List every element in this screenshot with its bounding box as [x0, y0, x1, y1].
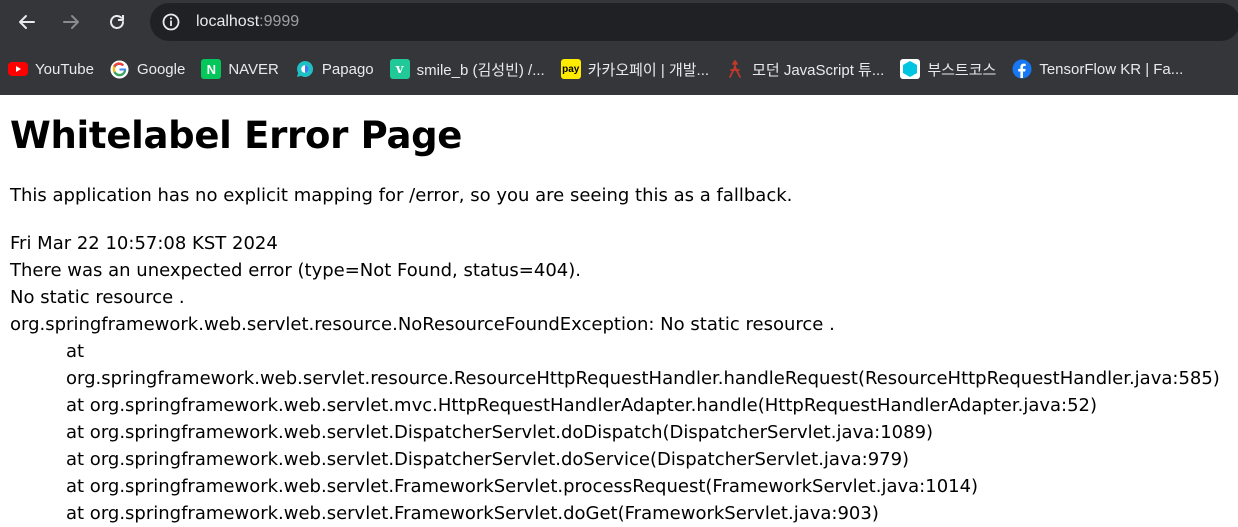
url-host: localhost [196, 13, 260, 30]
bookmark-velog[interactable]: v smile_b (김성빈) /... [382, 55, 553, 83]
youtube-icon [8, 59, 28, 79]
arrow-left-icon [19, 15, 35, 29]
bookmark-google[interactable]: Google [102, 55, 193, 83]
error-summary: There was an unexpected error (type=Not … [10, 260, 581, 281]
forward-button[interactable] [54, 5, 88, 39]
bookmark-label: YouTube [35, 60, 94, 78]
url-port: :9999 [259, 13, 300, 30]
bookmark-javascript-info[interactable]: 모던 JavaScript 튜... [717, 55, 892, 83]
bookmark-tensorflow-kr[interactable]: TensorFlow KR | Fa... [1004, 55, 1191, 83]
bookmark-kakaopay[interactable]: pay 카카오페이 | 개발... [553, 55, 717, 83]
error-details: Fri Mar 22 10:57:08 KST 2024 There was a… [10, 230, 1228, 527]
papago-icon [295, 59, 315, 79]
naver-icon: N [201, 59, 222, 79]
site-info-icon[interactable] [162, 13, 180, 31]
velog-icon: v [389, 59, 410, 79]
kakaopay-icon: pay [560, 59, 581, 79]
url-text: localhost:9999 [196, 13, 299, 31]
javascript-info-icon [725, 59, 745, 79]
bookmark-label: NAVER [228, 60, 279, 78]
address-bar[interactable]: localhost:9999 [150, 3, 1238, 41]
bookmark-youtube[interactable]: YouTube [0, 55, 102, 83]
bookmark-label: Papago [321, 60, 374, 78]
boostcourse-icon [900, 59, 921, 79]
back-button[interactable] [10, 5, 44, 39]
bookmark-papago[interactable]: Papago [287, 55, 382, 83]
bookmark-naver[interactable]: N NAVER [193, 55, 287, 83]
stack-trace-line: at org.springframework.web.servlet.Frame… [66, 503, 879, 524]
browser-chrome: localhost:9999 YouTube Google N NAVER Pa… [0, 0, 1238, 95]
bookmark-boostcourse[interactable]: 부스트코스 [892, 55, 1004, 83]
error-timestamp: Fri Mar 22 10:57:08 KST 2024 [10, 233, 278, 254]
stack-trace-line: at org.springframework.web.servlet.Dispa… [66, 449, 910, 470]
google-icon [110, 59, 130, 79]
page-title: Whitelabel Error Page [10, 114, 463, 157]
stack-trace-line: at org.springframework.web.servlet.mvc.H… [66, 395, 1098, 416]
bookmark-label: 모던 JavaScript 튜... [752, 61, 885, 79]
facebook-icon [1012, 59, 1032, 79]
bookmarks-bar: YouTube Google N NAVER Papago v smile_b … [0, 52, 1238, 86]
bookmark-label: TensorFlow KR | Fa... [1039, 60, 1184, 78]
error-message: No static resource . [10, 287, 185, 308]
arrow-right-icon [63, 15, 79, 29]
browser-toolbar: localhost:9999 [0, 0, 1238, 44]
bookmark-label: 부스트코스 [927, 61, 997, 79]
exception-line: org.springframework.web.servlet.resource… [10, 314, 835, 335]
reload-icon [110, 15, 124, 29]
stack-trace-line: at org.springframework.web.servlet.Frame… [66, 476, 979, 497]
stack-trace-line: at org.springframework.web.servlet.Dispa… [66, 422, 934, 443]
bookmark-label: smile_b (김성빈) /... [416, 61, 545, 79]
page-content: Whitelabel Error Page This application h… [0, 112, 1238, 527]
reload-button[interactable] [100, 5, 134, 39]
bookmark-label: 카카오페이 | 개발... [587, 61, 710, 79]
fallback-message: This application has no explicit mapping… [10, 185, 793, 206]
stack-trace-line: at org.springframework.web.servlet.resou… [66, 341, 1220, 389]
bookmark-label: Google [136, 60, 186, 78]
